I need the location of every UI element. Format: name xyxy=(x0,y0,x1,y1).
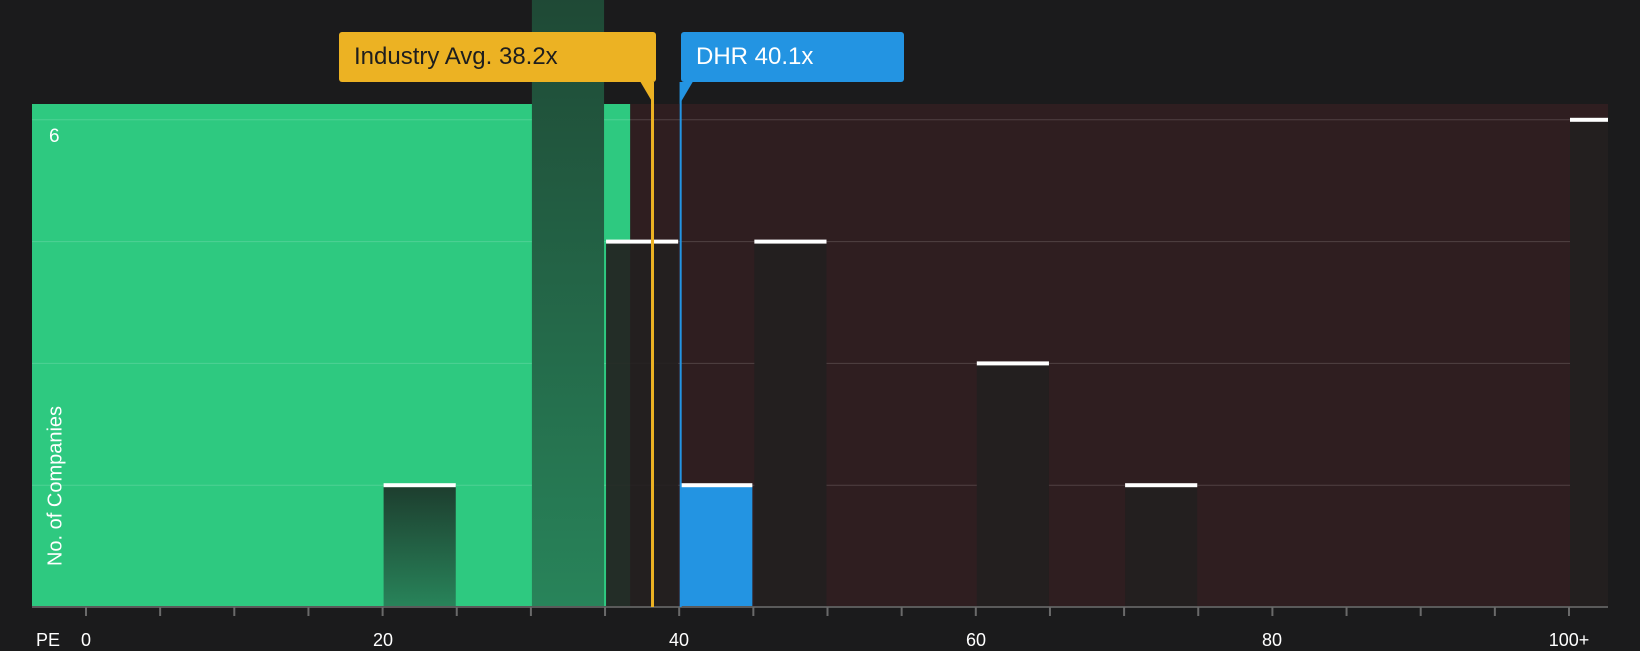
bar-cap-60-65 xyxy=(976,361,1049,366)
x-tick-label-40: 40 xyxy=(668,630,690,650)
x-tick-label-100: 100+ xyxy=(1548,630,1590,650)
y-axis-title: No. of Companies xyxy=(44,405,67,567)
bar-cap-35-40 xyxy=(606,239,679,244)
bar-40-45 xyxy=(680,485,753,607)
y-tick-label-6: 6 xyxy=(49,126,60,147)
bar-45-50 xyxy=(754,241,827,607)
bar-cap-40-45 xyxy=(680,483,753,488)
pe-distribution-chart xyxy=(32,0,1608,616)
bar-100-105 xyxy=(1570,119,1608,608)
bar-cap-20-25 xyxy=(383,483,456,488)
x-axis xyxy=(32,606,1608,616)
bar-30-35 xyxy=(531,0,605,607)
bar-70-75 xyxy=(1125,485,1198,607)
x-tick-label-80: 80 xyxy=(1261,630,1283,650)
bar-35-40 xyxy=(606,241,679,607)
x-tick-label-60: 60 xyxy=(965,630,987,650)
bar-cap-70-75 xyxy=(1125,483,1198,488)
x-axis-title: PE xyxy=(36,630,61,650)
bar-cap-100-105 xyxy=(1570,117,1608,122)
industry-average-callout: Industry Avg. 38.2x xyxy=(339,32,656,82)
x-tick-label-0: 0 xyxy=(80,630,92,650)
bar-cap-45-50 xyxy=(754,239,827,244)
x-tick-label-20: 20 xyxy=(372,630,394,650)
bar-60-65 xyxy=(976,363,1049,607)
company-pe-callout: DHR 40.1x xyxy=(681,32,904,82)
bar-20-25 xyxy=(383,485,456,607)
